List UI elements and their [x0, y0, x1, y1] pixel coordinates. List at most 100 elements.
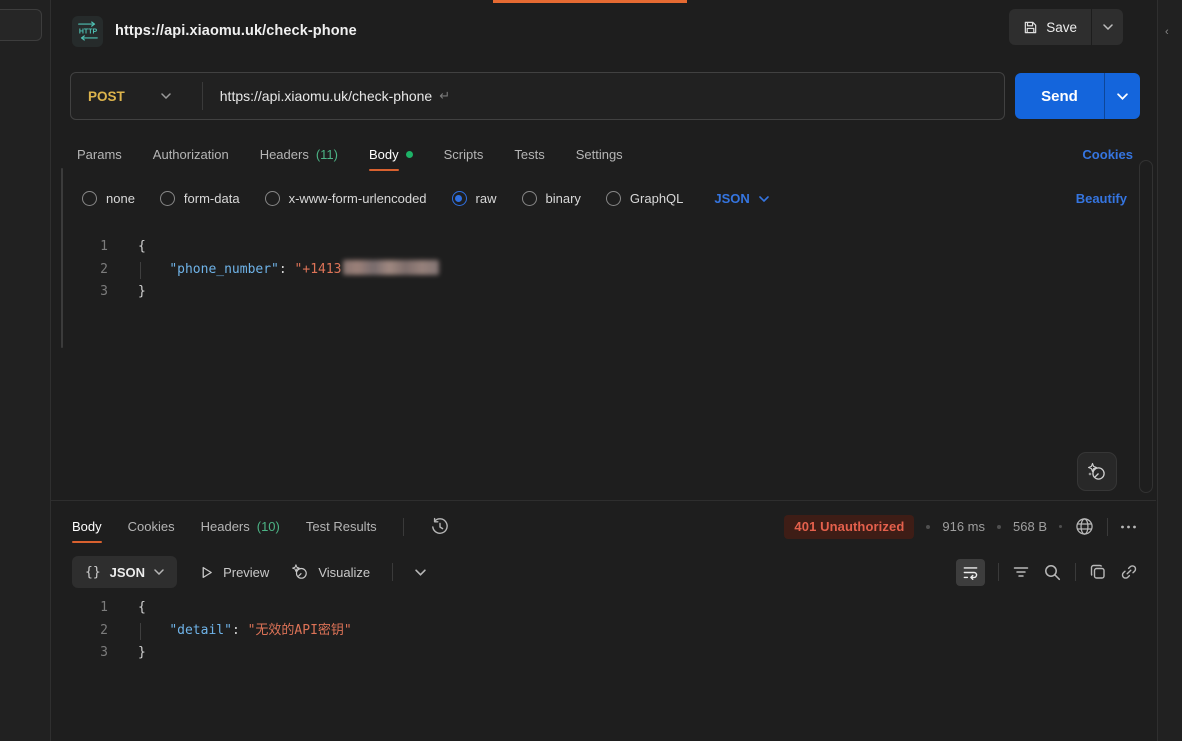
right-rail: ‹ — [1157, 0, 1182, 741]
send-options-button[interactable] — [1104, 73, 1140, 119]
radio-none[interactable]: none — [82, 191, 135, 206]
svg-text:HTTP: HTTP — [78, 29, 97, 36]
body-modified-dot — [406, 151, 413, 158]
code-line: 2 "detail": "无效的API密钥" — [51, 620, 1136, 643]
radio-icon — [522, 191, 537, 206]
radio-icon — [160, 191, 175, 206]
api-client-window: ‹ HTTP https://api.xiaomu.uk/check-phone — [0, 0, 1182, 741]
chevron-down-icon — [759, 196, 769, 202]
radio-graphql[interactable]: GraphQL — [606, 191, 683, 206]
response-more-options-button[interactable] — [1120, 519, 1137, 535]
save-icon — [1023, 20, 1038, 35]
link-button[interactable] — [1120, 563, 1138, 581]
method-chevron-down-icon[interactable] — [161, 93, 171, 99]
more-horizontal-icon — [1120, 519, 1137, 535]
json-key: "phone_number" — [169, 262, 279, 277]
indent-guide — [140, 262, 141, 280]
request-title: https://api.xiaomu.uk/check-phone — [115, 23, 357, 39]
visualize-sparkle-icon — [291, 563, 309, 581]
tab-scripts[interactable]: Scripts — [444, 134, 484, 175]
tab-settings[interactable]: Settings — [576, 134, 623, 175]
save-options-button[interactable] — [1091, 9, 1123, 45]
code-line: 1 { — [51, 597, 1136, 620]
network-info-button[interactable] — [1074, 516, 1095, 537]
radio-selected-icon — [452, 191, 467, 206]
format-select[interactable]: JSON — [714, 191, 768, 206]
response-body-editor[interactable]: 1 { 2 "detail": "无效的API密钥" 3 } — [51, 597, 1136, 665]
save-split-button: Save — [1009, 9, 1123, 45]
response-tab-headers[interactable]: Headers (10) — [201, 506, 280, 547]
chevron-down-icon — [415, 569, 426, 576]
copy-icon — [1089, 563, 1107, 581]
braces-icon: {} — [85, 565, 101, 580]
code-line: 1 { — [51, 236, 1136, 259]
dot-separator — [1059, 525, 1062, 528]
status-badge[interactable]: 401 Unauthorized — [784, 515, 914, 539]
response-size[interactable]: 568 B — [1013, 519, 1047, 534]
radio-form-data[interactable]: form-data — [160, 191, 240, 206]
collapse-response-button[interactable] — [415, 569, 426, 576]
response-tab-cookies[interactable]: Cookies — [128, 506, 175, 547]
response-toolbar: {} JSON Preview Visualize — [72, 556, 426, 588]
response-tabs: Body Cookies Headers (10) Test Results — [72, 507, 450, 546]
visualize-button[interactable]: Visualize — [291, 563, 370, 581]
save-button[interactable]: Save — [1009, 9, 1091, 45]
dot-separator — [997, 525, 1001, 529]
response-time[interactable]: 916 ms — [942, 519, 985, 534]
save-button-label: Save — [1046, 20, 1077, 35]
wrap-text-button[interactable] — [956, 559, 985, 586]
request-header: HTTP https://api.xiaomu.uk/check-phone S… — [51, 6, 1156, 56]
divider — [998, 563, 999, 581]
editor-scrollbar-track[interactable] — [1139, 160, 1153, 493]
active-tab-indicator — [493, 0, 687, 3]
radio-binary[interactable]: binary — [522, 191, 581, 206]
divider — [403, 518, 404, 536]
json-value: "无效的API密钥" — [248, 623, 352, 638]
postbot-sparkle-icon — [1087, 462, 1107, 482]
response-tab-test-results[interactable]: Test Results — [306, 506, 377, 547]
radio-x-www-form-urlencoded[interactable]: x-www-form-urlencoded — [265, 191, 427, 206]
cookies-link[interactable]: Cookies — [1082, 134, 1133, 175]
preview-button[interactable]: Preview — [199, 565, 269, 580]
response-history-button[interactable] — [430, 517, 450, 537]
copy-button[interactable] — [1089, 563, 1107, 581]
send-split-button: Send — [1015, 73, 1140, 119]
tab-params[interactable]: Params — [77, 134, 122, 175]
search-button[interactable] — [1043, 563, 1062, 582]
response-tab-body[interactable]: Body — [72, 506, 102, 547]
chevron-down-icon — [154, 569, 164, 575]
response-format-select[interactable]: {} JSON — [72, 556, 177, 588]
url-input[interactable]: https://api.xiaomu.uk/check-phone — [220, 88, 432, 104]
divider — [1075, 563, 1076, 581]
radio-raw[interactable]: raw — [452, 191, 497, 206]
collapsed-sidebar-tab[interactable] — [0, 9, 42, 41]
method-selector[interactable]: POST — [71, 89, 125, 104]
divider — [1107, 518, 1108, 536]
beautify-link[interactable]: Beautify — [1076, 183, 1127, 214]
response-meta: 401 Unauthorized 916 ms 568 B — [784, 507, 1137, 546]
body-type-selector: none form-data x-www-form-urlencoded raw… — [82, 183, 769, 214]
tab-headers[interactable]: Headers (11) — [260, 134, 338, 175]
chevron-down-icon — [1103, 24, 1113, 30]
radio-icon — [82, 191, 97, 206]
tab-tests[interactable]: Tests — [514, 134, 544, 175]
request-config-tabs: Params Authorization Headers (11) Body S… — [77, 134, 623, 175]
filter-icon — [1012, 563, 1030, 581]
divider — [202, 82, 203, 110]
json-key: "detail" — [169, 623, 232, 638]
globe-icon — [1074, 516, 1095, 537]
response-section-divider — [51, 500, 1156, 501]
tab-body[interactable]: Body — [369, 134, 413, 175]
send-button[interactable]: Send — [1015, 73, 1104, 119]
dot-separator — [926, 525, 930, 529]
redacted-value-blur — [343, 260, 439, 275]
indent-guide — [140, 623, 141, 641]
filter-button[interactable] — [1012, 563, 1030, 581]
request-body-editor[interactable]: 1 { 2 "phone_number": "+1413 3 } — [51, 236, 1136, 304]
http-request-icon: HTTP — [72, 16, 103, 47]
tab-authorization[interactable]: Authorization — [153, 134, 229, 175]
divider — [392, 563, 393, 581]
request-url-bar: POST https://api.xiaomu.uk/check-phone ↵ — [70, 72, 1005, 120]
postbot-button[interactable] — [1077, 452, 1117, 491]
chevron-left-icon[interactable]: ‹ — [1165, 26, 1169, 38]
